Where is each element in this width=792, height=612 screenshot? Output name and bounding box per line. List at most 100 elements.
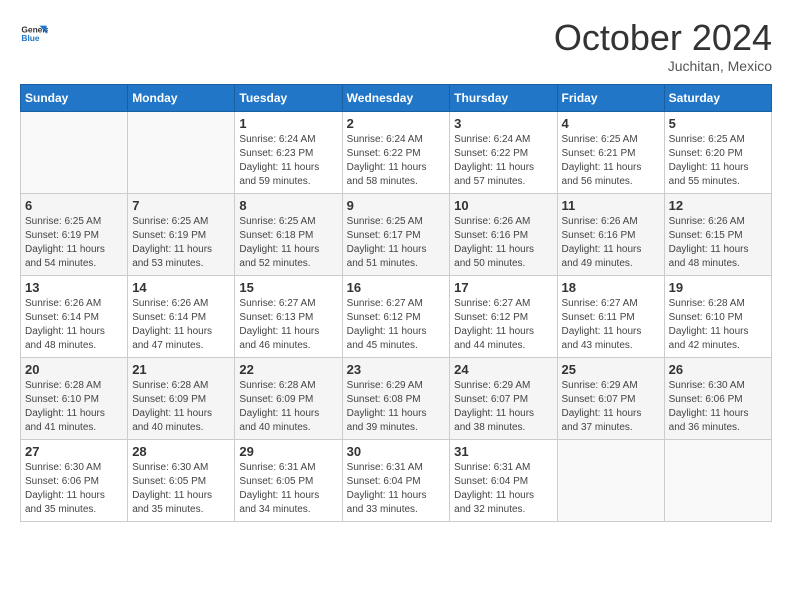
calendar-cell: 28Sunrise: 6:30 AM Sunset: 6:05 PM Dayli… [128, 440, 235, 522]
day-info: Sunrise: 6:24 AM Sunset: 6:22 PM Dayligh… [454, 133, 552, 189]
calendar-cell: 22Sunrise: 6:28 AM Sunset: 6:09 PM Dayli… [235, 358, 342, 440]
day-number: 31 [454, 444, 552, 459]
calendar-cell: 20 Sunrise: 6:28 AM Sunset: 6:10 PM Dayli… [21, 358, 128, 440]
day-number: 5 [669, 116, 767, 131]
day-number: 28 [132, 444, 230, 459]
col-header-friday: Friday [557, 85, 664, 112]
day-info: Sunrise: 6:25 AM Sunset: 6:17 PM Dayligh… [347, 215, 446, 271]
calendar-cell: 23Sunrise: 6:29 AM Sunset: 6:08 PM Dayli… [342, 358, 450, 440]
col-header-sunday: Sunday [21, 85, 128, 112]
calendar-cell: 19 Sunrise: 6:28 AM Sunset: 6:10 PM Dayli… [664, 276, 771, 358]
calendar-cell [128, 112, 235, 194]
calendar-table: SundayMondayTuesdayWednesdayThursdayFrid… [20, 84, 772, 522]
calendar-cell: 29 Sunrise: 6:31 AM Sunset: 6:05 PM Dayli… [235, 440, 342, 522]
day-info: Sunrise: 6:25 AM Sunset: 6:19 PM Dayligh… [25, 215, 123, 271]
day-number: 30 [347, 444, 446, 459]
calendar-cell: 25 Sunrise: 6:29 AM Sunset: 6:07 PM Dayli… [557, 358, 664, 440]
calendar-cell: 17Sunrise: 6:27 AM Sunset: 6:12 PM Dayli… [450, 276, 557, 358]
day-number: 21 [132, 362, 230, 377]
day-info: Sunrise: 6:27 AM Sunset: 6:11 PM Dayligh… [562, 297, 660, 353]
day-number: 10 [454, 198, 552, 213]
day-number: 15 [239, 280, 337, 295]
calendar-cell: 1 Sunrise: 6:24 AM Sunset: 6:23 PM Daylig… [235, 112, 342, 194]
day-number: 23 [347, 362, 446, 377]
col-header-tuesday: Tuesday [235, 85, 342, 112]
day-info: Sunrise: 6:31 AM Sunset: 6:05 PM Dayligh… [239, 461, 337, 517]
day-info: Sunrise: 6:26 AM Sunset: 6:14 PM Dayligh… [25, 297, 123, 353]
day-info: Sunrise: 6:29 AM Sunset: 6:07 PM Dayligh… [562, 379, 660, 435]
calendar-week-3: 13 Sunrise: 6:26 AM Sunset: 6:14 PM Dayli… [21, 276, 772, 358]
calendar-cell: 26 Sunrise: 6:30 AM Sunset: 6:06 PM Dayli… [664, 358, 771, 440]
day-info: Sunrise: 6:24 AM Sunset: 6:22 PM Dayligh… [347, 133, 446, 189]
day-info: Sunrise: 6:31 AM Sunset: 6:04 PM Dayligh… [347, 461, 446, 517]
day-info: Sunrise: 6:27 AM Sunset: 6:12 PM Dayligh… [347, 297, 446, 353]
day-info: Sunrise: 6:30 AM Sunset: 6:06 PM Dayligh… [669, 379, 767, 435]
day-info: Sunrise: 6:28 AM Sunset: 6:09 PM Dayligh… [132, 379, 230, 435]
calendar-cell: 11 Sunrise: 6:26 AM Sunset: 6:16 PM Dayli… [557, 194, 664, 276]
calendar-cell: 8 Sunrise: 6:25 AM Sunset: 6:18 PM Daylig… [235, 194, 342, 276]
calendar-cell: 9Sunrise: 6:25 AM Sunset: 6:17 PM Daylig… [342, 194, 450, 276]
logo-icon: General Blue [20, 20, 48, 48]
header-row: SundayMondayTuesdayWednesdayThursdayFrid… [21, 85, 772, 112]
page-header: General Blue October 2024 Juchitan, Mexi… [20, 20, 772, 74]
month-title: October 2024 [554, 20, 772, 56]
title-section: October 2024 Juchitan, Mexico [554, 20, 772, 74]
day-info: Sunrise: 6:25 AM Sunset: 6:20 PM Dayligh… [669, 133, 767, 189]
day-number: 18 [562, 280, 660, 295]
calendar-week-4: 20 Sunrise: 6:28 AM Sunset: 6:10 PM Dayli… [21, 358, 772, 440]
calendar-cell: 2Sunrise: 6:24 AM Sunset: 6:22 PM Daylig… [342, 112, 450, 194]
day-number: 7 [132, 198, 230, 213]
day-info: Sunrise: 6:25 AM Sunset: 6:19 PM Dayligh… [132, 215, 230, 271]
col-header-saturday: Saturday [664, 85, 771, 112]
calendar-cell: 12Sunrise: 6:26 AM Sunset: 6:15 PM Dayli… [664, 194, 771, 276]
col-header-thursday: Thursday [450, 85, 557, 112]
calendar-week-1: 1 Sunrise: 6:24 AM Sunset: 6:23 PM Daylig… [21, 112, 772, 194]
day-number: 29 [239, 444, 337, 459]
calendar-cell: 14Sunrise: 6:26 AM Sunset: 6:14 PM Dayli… [128, 276, 235, 358]
day-number: 3 [454, 116, 552, 131]
day-number: 20 [25, 362, 123, 377]
day-number: 6 [25, 198, 123, 213]
day-number: 16 [347, 280, 446, 295]
svg-text:Blue: Blue [21, 33, 39, 43]
day-info: Sunrise: 6:25 AM Sunset: 6:21 PM Dayligh… [562, 133, 660, 189]
calendar-header: SundayMondayTuesdayWednesdayThursdayFrid… [21, 85, 772, 112]
day-number: 11 [562, 198, 660, 213]
calendar-cell: 18 Sunrise: 6:27 AM Sunset: 6:11 PM Dayli… [557, 276, 664, 358]
day-number: 14 [132, 280, 230, 295]
day-info: Sunrise: 6:31 AM Sunset: 6:04 PM Dayligh… [454, 461, 552, 517]
logo: General Blue [20, 20, 48, 48]
day-number: 1 [239, 116, 337, 131]
day-info: Sunrise: 6:29 AM Sunset: 6:07 PM Dayligh… [454, 379, 552, 435]
calendar-cell [664, 440, 771, 522]
day-number: 4 [562, 116, 660, 131]
calendar-cell: 27Sunrise: 6:30 AM Sunset: 6:06 PM Dayli… [21, 440, 128, 522]
day-number: 13 [25, 280, 123, 295]
col-header-wednesday: Wednesday [342, 85, 450, 112]
calendar-cell: 30 Sunrise: 6:31 AM Sunset: 6:04 PM Dayli… [342, 440, 450, 522]
day-number: 27 [25, 444, 123, 459]
day-info: Sunrise: 6:27 AM Sunset: 6:13 PM Dayligh… [239, 297, 337, 353]
day-info: Sunrise: 6:28 AM Sunset: 6:10 PM Dayligh… [669, 297, 767, 353]
day-info: Sunrise: 6:26 AM Sunset: 6:16 PM Dayligh… [562, 215, 660, 271]
day-number: 17 [454, 280, 552, 295]
calendar-cell: 4 Sunrise: 6:25 AM Sunset: 6:21 PM Daylig… [557, 112, 664, 194]
day-info: Sunrise: 6:25 AM Sunset: 6:18 PM Dayligh… [239, 215, 337, 271]
day-info: Sunrise: 6:28 AM Sunset: 6:10 PM Dayligh… [25, 379, 123, 435]
day-number: 8 [239, 198, 337, 213]
day-number: 19 [669, 280, 767, 295]
calendar-cell: 16 Sunrise: 6:27 AM Sunset: 6:12 PM Dayli… [342, 276, 450, 358]
calendar-body: 1 Sunrise: 6:24 AM Sunset: 6:23 PM Daylig… [21, 112, 772, 522]
day-info: Sunrise: 6:26 AM Sunset: 6:16 PM Dayligh… [454, 215, 552, 271]
day-number: 12 [669, 198, 767, 213]
calendar-cell: 3 Sunrise: 6:24 AM Sunset: 6:22 PM Daylig… [450, 112, 557, 194]
calendar-cell: 21 Sunrise: 6:28 AM Sunset: 6:09 PM Dayli… [128, 358, 235, 440]
day-info: Sunrise: 6:24 AM Sunset: 6:23 PM Dayligh… [239, 133, 337, 189]
calendar-week-5: 27Sunrise: 6:30 AM Sunset: 6:06 PM Dayli… [21, 440, 772, 522]
day-number: 26 [669, 362, 767, 377]
day-info: Sunrise: 6:28 AM Sunset: 6:09 PM Dayligh… [239, 379, 337, 435]
calendar-cell: 7 Sunrise: 6:25 AM Sunset: 6:19 PM Daylig… [128, 194, 235, 276]
day-number: 25 [562, 362, 660, 377]
location-subtitle: Juchitan, Mexico [554, 58, 772, 74]
calendar-cell: 31 Sunrise: 6:31 AM Sunset: 6:04 PM Dayli… [450, 440, 557, 522]
